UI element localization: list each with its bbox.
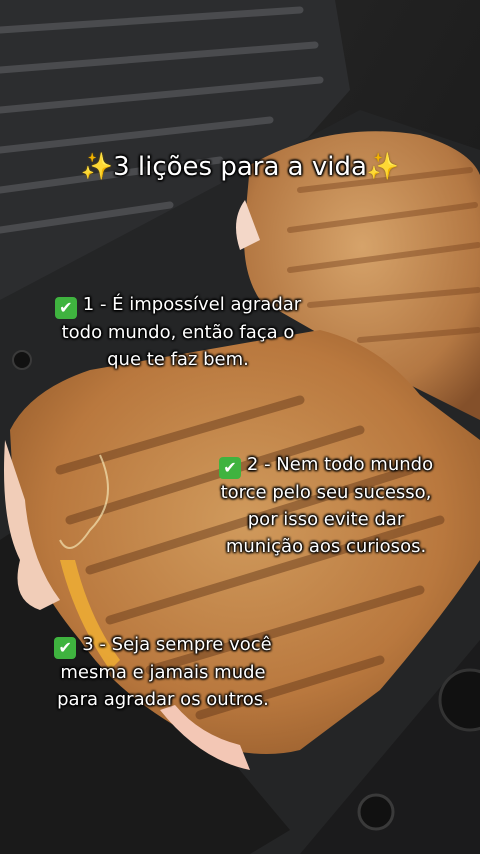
title-text: 3 lições para a vida <box>113 152 367 182</box>
check-mark-icon: ✔ <box>54 637 77 659</box>
sparkles-icon: ✨ <box>80 152 114 182</box>
lesson-1-line-2: todo mundo, então faça o <box>61 322 295 343</box>
lesson-2-line-4: munição aos curiosos. <box>225 536 427 557</box>
lesson-3-line-2: mesma e jamais mude <box>60 662 266 683</box>
lesson-1-line-1: 1 - É impossível agradar <box>82 294 302 315</box>
sparkles-icon: ✨ <box>366 152 400 182</box>
check-mark-icon: ✔ <box>54 297 77 319</box>
lesson-2-line-3: por isso evite dar <box>247 509 405 530</box>
lesson-1: ✔ 1 - É impossível agradar todo mundo, en… <box>28 291 328 373</box>
lesson-2-line-2: torce pelo seu sucesso, <box>220 482 432 503</box>
lesson-3-line-1: 3 - Seja sempre você <box>82 634 272 655</box>
lesson-1-line-3: que te faz bem. <box>107 349 249 370</box>
sandwich-grill-photo <box>0 0 480 854</box>
lesson-2: ✔ 2 - Nem todo mundo torce pelo seu suces… <box>196 451 456 560</box>
check-mark-icon: ✔ <box>218 457 241 479</box>
title: ✨3 lições para a vida✨ <box>0 150 480 184</box>
lesson-2-line-1: 2 - Nem todo mundo <box>246 454 434 475</box>
lesson-3: ✔ 3 - Seja sempre você mesma e jamais mud… <box>28 631 298 713</box>
lesson-3-line-3: para agradar os outros. <box>57 689 269 710</box>
